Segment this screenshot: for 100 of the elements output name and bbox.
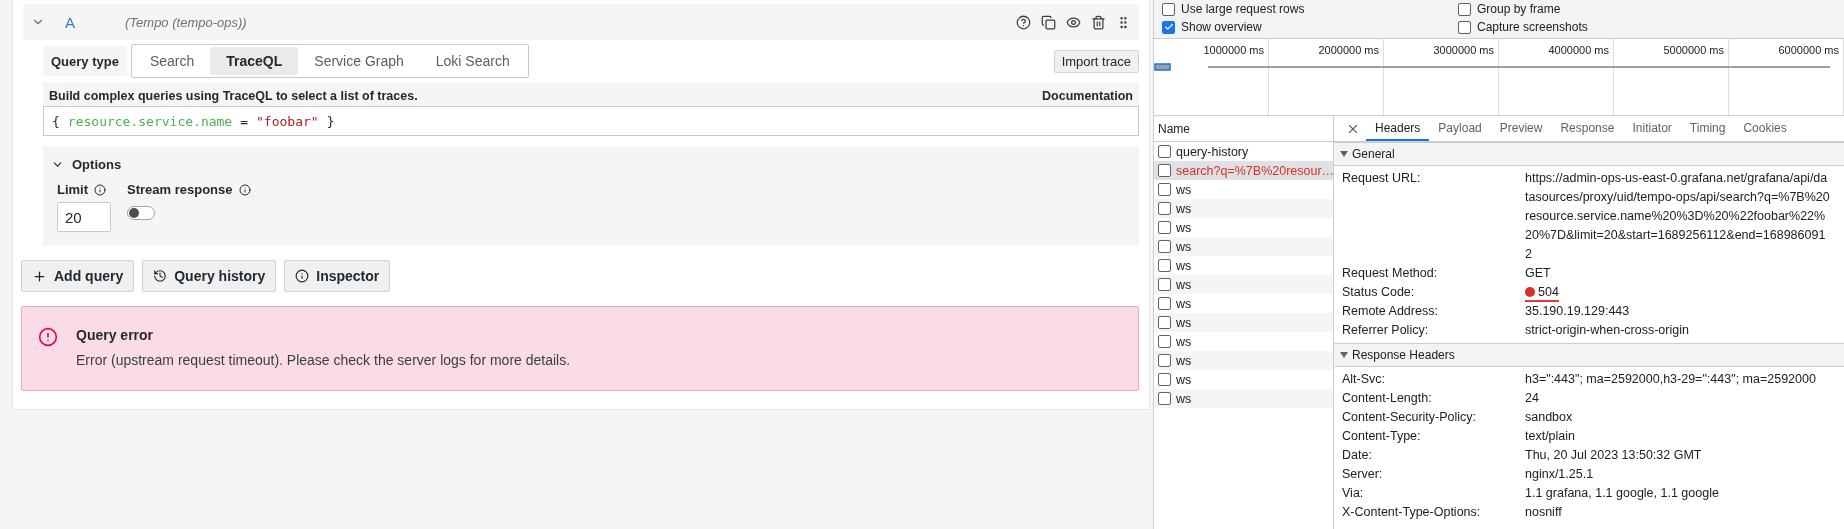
request-row[interactable]: ws <box>1154 313 1333 332</box>
tick-label: 1000000 ms <box>1203 44 1264 58</box>
query-ref-id: A <box>64 13 76 31</box>
plus-icon <box>32 268 47 284</box>
header-value: GET <box>1525 265 1552 282</box>
query-editor[interactable]: { resource.service.name = "foobar" } <box>43 106 1139 136</box>
tick-label: 2000000 ms <box>1318 44 1379 58</box>
checkbox[interactable] <box>1158 335 1171 348</box>
header-value: text/plain <box>1525 428 1577 445</box>
limit-label: Limit <box>57 182 89 197</box>
checkbox[interactable] <box>1158 278 1171 291</box>
header-value: https://admin-ops-us-east-0.grafana.net/grafana/api/datasources/proxy/uid/tempo-ops/api/search?q=%7B%20resource.service.name%20%3D%20%22foobar%22%20%7D&limit=20&start=1689256112&end=1689860912 <box>1525 170 1830 263</box>
status-code: 504 <box>1525 283 1559 302</box>
header-name: Status Code: <box>1342 284 1416 301</box>
section-title: Response Headers <box>1352 348 1455 362</box>
action-button[interactable]: Add query <box>21 260 135 292</box>
setting-label: Use large request rows <box>1181 2 1305 16</box>
header-name: Date: <box>1342 447 1373 464</box>
documentation-link[interactable]: Documentation <box>1042 89 1133 103</box>
panel-tab[interactable]: Payload <box>1429 116 1491 141</box>
checkbox[interactable] <box>1158 259 1171 272</box>
checkbox[interactable] <box>1158 183 1171 196</box>
request-row[interactable]: ws <box>1154 275 1333 294</box>
request-row[interactable]: ws <box>1154 351 1333 370</box>
query-type-option[interactable]: Search <box>133 47 211 75</box>
action-button[interactable]: Query history <box>142 260 277 292</box>
section-title: General <box>1352 147 1395 161</box>
checkbox[interactable] <box>1158 297 1171 310</box>
trash-icon[interactable] <box>1091 14 1106 30</box>
options-title[interactable]: Options <box>72 156 122 172</box>
section-header[interactable]: General <box>1334 142 1844 166</box>
checkbox[interactable] <box>1158 240 1171 253</box>
header-value: Thu, 20 Jul 2023 13:50:32 GMT <box>1525 447 1703 464</box>
panel-tab[interactable]: Timing <box>1680 116 1735 141</box>
action-button[interactable]: Inspector <box>284 260 391 292</box>
eye-icon[interactable] <box>1066 14 1081 30</box>
setting-label: Group by frame <box>1477 2 1561 16</box>
checkbox[interactable] <box>1458 20 1471 34</box>
checkbox[interactable] <box>1158 145 1171 158</box>
import-trace-button[interactable]: Import trace <box>1053 49 1139 73</box>
query-type-option[interactable]: TraceQL <box>210 47 299 75</box>
header-name: Content-Security-Policy: <box>1342 409 1478 426</box>
header-name: Request URL: <box>1342 170 1422 187</box>
request-row[interactable]: ws <box>1154 237 1333 256</box>
panel-tab[interactable]: Initiator <box>1623 116 1681 141</box>
tick-label: 3000000 ms <box>1433 44 1494 58</box>
stream-toggle[interactable] <box>127 206 155 220</box>
header-name: Server: <box>1342 466 1384 483</box>
panel-tab[interactable]: Preview <box>1490 116 1552 141</box>
header-value: nosniff <box>1525 504 1563 521</box>
query-type-option[interactable]: Loki Search <box>419 47 526 75</box>
tick-label: 6000000 ms <box>1778 44 1839 58</box>
request-row[interactable]: ws <box>1154 389 1333 408</box>
checkbox[interactable] <box>1158 373 1171 386</box>
info-icon <box>295 269 310 283</box>
help-icon[interactable] <box>1016 14 1031 30</box>
setting-label: Capture screenshots <box>1477 20 1588 34</box>
header-name: Request Method: <box>1342 265 1439 282</box>
checkbox[interactable] <box>1158 202 1171 215</box>
history-icon <box>153 269 168 283</box>
panel-tab[interactable]: Response <box>1551 116 1624 141</box>
checkbox[interactable] <box>1158 392 1171 405</box>
tick-label: 5000000 ms <box>1663 44 1724 58</box>
header-value: 24 <box>1525 390 1540 407</box>
tick-label: 4000000 ms <box>1548 44 1609 58</box>
help-text: Build complex queries using TraceQL to select a list of traces. <box>49 89 418 103</box>
checkbox[interactable] <box>1158 316 1171 329</box>
header-value: 35.190.19.129:443 <box>1525 303 1631 320</box>
header-name: X-Content-Type-Options: <box>1342 504 1482 521</box>
header-value: sandbox <box>1525 409 1574 426</box>
setting-label: Show overview <box>1181 20 1262 34</box>
header-name: Via: <box>1342 485 1365 502</box>
header-value: 1.1 grafana, 1.1 google, 1.1 google <box>1525 485 1720 502</box>
checkbox[interactable] <box>1162 20 1175 34</box>
header-name: Alt-Svc: <box>1342 371 1387 388</box>
request-row[interactable]: ws <box>1154 199 1333 218</box>
checkbox[interactable] <box>1162 2 1175 16</box>
panel-tab[interactable]: Cookies <box>1734 116 1796 141</box>
datasource-name: (Tempo (tempo-ops)) <box>125 14 248 30</box>
header-name: Content-Length: <box>1342 390 1433 407</box>
checkbox[interactable] <box>1458 2 1471 16</box>
stream-response-label: Stream response <box>127 182 233 197</box>
query-type-label: Query type <box>43 46 127 76</box>
alert-icon <box>38 327 58 347</box>
error-message: Error (upstream request timeout). Please check the server logs for more details. <box>76 352 571 368</box>
checkbox[interactable] <box>1158 354 1171 367</box>
section-header[interactable]: Response Headers <box>1334 343 1844 367</box>
checkbox[interactable] <box>1158 221 1171 234</box>
header-name: Referrer Policy: <box>1342 322 1430 339</box>
error-title: Query error <box>76 327 155 343</box>
header-value: h3=":443"; ma=2592000,h3-29=":443"; ma=2592000 <box>1525 371 1817 388</box>
query-type-option[interactable]: Service Graph <box>298 47 420 75</box>
header-value: nginx/1.25.1 <box>1525 466 1595 483</box>
checkbox[interactable] <box>1158 164 1171 177</box>
info-icon[interactable] <box>238 183 251 196</box>
request-row[interactable]: search?q=%7B%20resour… <box>1154 161 1333 180</box>
limit-input[interactable]: 20 <box>57 202 111 232</box>
header-value: strict-origin-when-cross-origin <box>1525 322 1690 339</box>
copy-icon[interactable] <box>1041 14 1056 30</box>
info-icon[interactable] <box>94 183 107 196</box>
